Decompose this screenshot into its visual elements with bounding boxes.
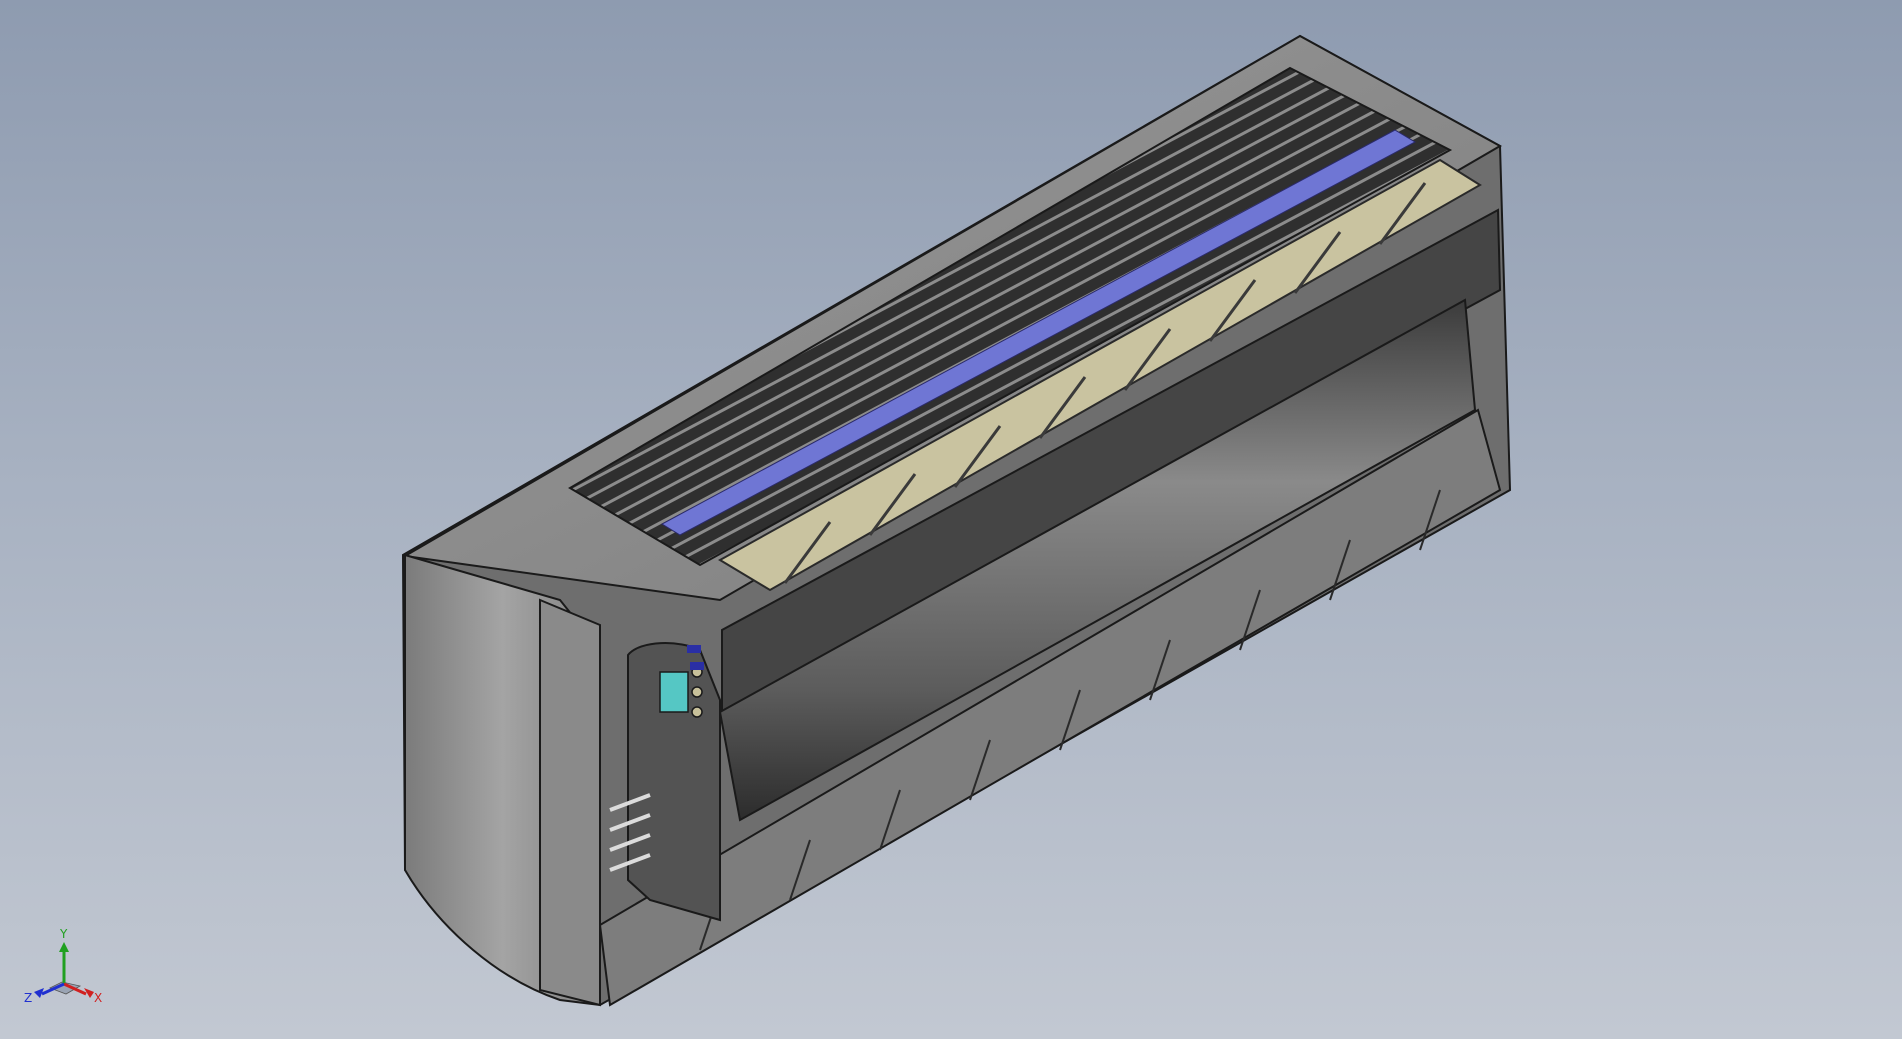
- x-axis-label: X: [94, 991, 102, 1005]
- y-axis-arrow: [59, 942, 69, 952]
- graphics-viewport[interactable]: Y X Z: [0, 0, 1902, 1039]
- view-orientation-triad[interactable]: Y X Z: [20, 922, 110, 1012]
- refrigerant-pipe-connector: [659, 671, 689, 713]
- pipe-fittings: [691, 666, 703, 718]
- z-axis-label: Z: [24, 991, 32, 1005]
- y-axis-label: Y: [59, 927, 68, 941]
- side-cover: [539, 598, 601, 1007]
- ac-indoor-unit-model[interactable]: [0, 0, 1902, 1039]
